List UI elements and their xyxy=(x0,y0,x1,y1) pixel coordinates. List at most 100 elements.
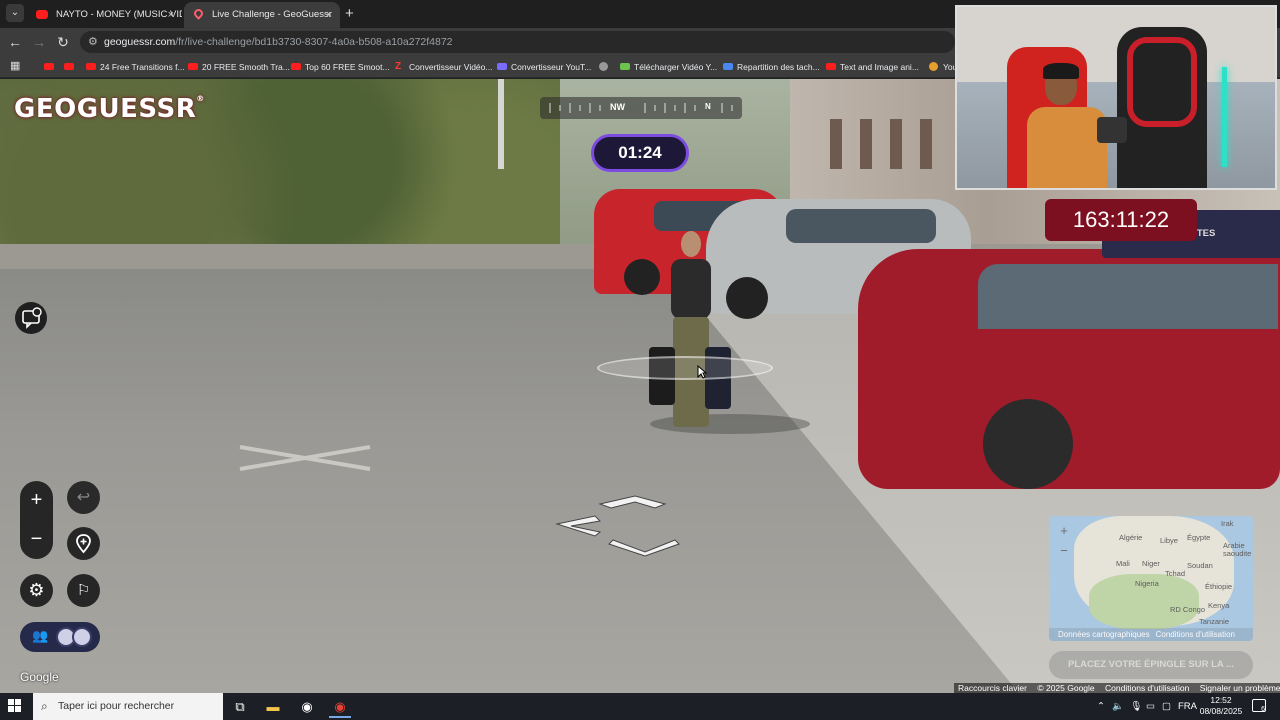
volume-icon[interactable]: 🔈 xyxy=(1112,693,1124,720)
bookmark-label: Convertisseur YouT... xyxy=(511,62,592,72)
pano-cursor-ring[interactable] xyxy=(597,356,773,380)
bookmark-item[interactable] xyxy=(64,56,78,78)
scene-window xyxy=(890,119,902,169)
footer-link[interactable]: Signaler un problème xyxy=(1200,683,1280,693)
obs-icon[interactable]: ◉ xyxy=(296,696,318,718)
undo-move-button[interactable]: ↩ xyxy=(67,481,100,514)
apps-grid-icon[interactable]: ▦ xyxy=(10,60,22,72)
language-indicator[interactable]: FRA xyxy=(1178,693,1197,720)
webcam-overlay xyxy=(955,5,1277,190)
mouse-cursor-icon xyxy=(697,365,707,379)
map-zoom-in-button[interactable]: + xyxy=(1057,524,1071,538)
return-to-start-button[interactable] xyxy=(67,527,100,560)
notification-center-icon[interactable]: 6 xyxy=(1252,699,1266,713)
clock-date: 08/08/2025 xyxy=(1199,706,1243,716)
file-explorer-icon[interactable]: ▬ xyxy=(262,696,284,718)
microphone-icon[interactable]: 🎙 xyxy=(1130,693,1142,720)
task-view-icon[interactable]: ⧉ xyxy=(229,696,251,718)
players-button[interactable]: 👥 xyxy=(20,622,100,652)
reload-icon[interactable]: ↻ xyxy=(54,33,72,51)
close-tab-icon[interactable]: × xyxy=(326,2,332,28)
start-tile xyxy=(15,699,21,705)
guess-minimap[interactable]: Irak Algérie Libye Égypte Arabie saoudit… xyxy=(1049,516,1253,641)
bookmark-item[interactable]: Text and Image ani... xyxy=(826,56,919,78)
windows-start-icon[interactable] xyxy=(8,699,22,713)
display-icon[interactable]: ▢ xyxy=(1162,693,1171,720)
location-pin-icon xyxy=(76,534,91,554)
network-icon[interactable]: ▭ xyxy=(1146,693,1155,720)
tab-search-button[interactable]: ⌄ xyxy=(6,4,24,22)
map-label: Algérie xyxy=(1119,533,1143,542)
footer-link[interactable]: Conditions d'utilisation xyxy=(1105,683,1189,693)
footer-link: © 2025 Google xyxy=(1037,683,1095,693)
bookmark-label: Text and Image ani... xyxy=(840,62,919,72)
map-label: Niger xyxy=(1142,559,1160,568)
bookmark-item[interactable] xyxy=(599,56,613,78)
forward-arrow-icon[interactable]: → xyxy=(30,33,48,51)
geoguessr-logo[interactable]: GEOGUESSR® xyxy=(14,94,205,126)
webcam-shirt xyxy=(1027,107,1107,188)
site-info-icon[interactable]: ⚙ xyxy=(88,31,98,53)
tab-geoguessr[interactable]: Live Challenge - GeoGuessr × xyxy=(184,2,340,28)
chrome-icon[interactable]: ◉ xyxy=(329,696,351,718)
footer-link[interactable]: Raccourcis clavier xyxy=(958,683,1027,693)
download-icon xyxy=(620,63,630,70)
scene-wheel xyxy=(726,277,768,319)
taskbar-clock[interactable]: 12:52 08/08/2025 xyxy=(1198,695,1244,717)
youtube-icon xyxy=(44,63,54,70)
youtube-icon xyxy=(86,63,96,70)
zoom-out-button[interactable]: − xyxy=(20,520,53,559)
settings-gear-icon[interactable]: ⚙ xyxy=(20,574,53,607)
zoom-in-button[interactable]: + xyxy=(20,481,53,520)
bookmark-item[interactable]: Top 60 FREE Smoot... xyxy=(291,56,390,78)
map-attribution: Données cartographiques Conditions d'util… xyxy=(1049,628,1253,641)
map-label: Libye xyxy=(1160,536,1178,545)
address-bar[interactable]: ⚙ geoguessr.com/fr/live-challenge/bd1b37… xyxy=(80,31,955,53)
bookmark-item[interactable]: Télécharger Vidéo Y... xyxy=(620,56,717,78)
flag-icon[interactable]: ⚐ xyxy=(67,574,100,607)
tab-music-video[interactable]: NAYTO - MONEY (MUSIC VIDEO × xyxy=(28,2,182,28)
avatar xyxy=(72,627,92,647)
place-guess-button[interactable]: PLACEZ VOTRE ÉPINGLE SUR LA ... xyxy=(1049,651,1253,679)
clock-time: 12:52 xyxy=(1210,695,1232,705)
map-label: RD Congo xyxy=(1170,605,1206,614)
close-tab-icon[interactable]: × xyxy=(168,2,174,28)
round-timer: 01:24 xyxy=(591,134,689,172)
map-zoom-out-button[interactable]: − xyxy=(1057,544,1071,558)
youtube-icon xyxy=(36,10,48,19)
bookmark-item[interactable]: Convertisseur YouT... xyxy=(497,56,591,78)
bookmark-item[interactable]: 24 Free Transitions f... xyxy=(86,56,185,78)
orange-icon xyxy=(929,62,938,71)
map-label: Irak xyxy=(1221,519,1234,528)
map-label: Kenya xyxy=(1208,601,1230,610)
map-label: Soudan xyxy=(1187,561,1213,570)
compass-ticks xyxy=(549,103,733,113)
tab-title: Live Challenge - GeoGuessr xyxy=(212,9,332,20)
scene-wheel xyxy=(983,399,1073,489)
start-tile xyxy=(8,699,14,705)
start-tile xyxy=(8,706,14,712)
webcam-neon-light xyxy=(1222,67,1227,167)
bookmark-label: 24 Free Transitions f... xyxy=(100,62,185,72)
map-label: Tchad xyxy=(1165,569,1186,578)
map-label: Tanzanie xyxy=(1199,617,1230,626)
taskbar-search-input[interactable]: ⌕ Taper ici pour rechercher xyxy=(33,693,223,720)
tray-chevron-icon[interactable]: ⌃ xyxy=(1097,693,1105,720)
bookmark-item[interactable]: Repartition des tach... xyxy=(723,56,820,78)
new-tab-button[interactable]: + xyxy=(345,5,354,22)
report-location-button[interactable] xyxy=(15,302,47,334)
back-arrow-icon[interactable]: ← xyxy=(6,33,24,51)
bookmark-item[interactable]: You xyxy=(929,56,957,78)
doc-icon xyxy=(723,63,733,70)
map-label: Nigeria xyxy=(1135,579,1159,588)
globe-icon xyxy=(599,62,608,71)
youtube-icon xyxy=(291,63,301,70)
bookmark-item[interactable]: Z Convertisseur Vidéo... xyxy=(395,56,492,78)
bookmark-item[interactable] xyxy=(44,56,58,78)
bookmark-item[interactable]: 20 FREE Smooth Tra... xyxy=(188,56,290,78)
users-icon: 👥 xyxy=(32,628,49,643)
scene-pedestrian xyxy=(649,229,731,439)
bookmark-label: 20 FREE Smooth Tra... xyxy=(202,62,290,72)
link-icon xyxy=(497,63,507,70)
navigation-arrows-icon[interactable] xyxy=(555,494,685,558)
